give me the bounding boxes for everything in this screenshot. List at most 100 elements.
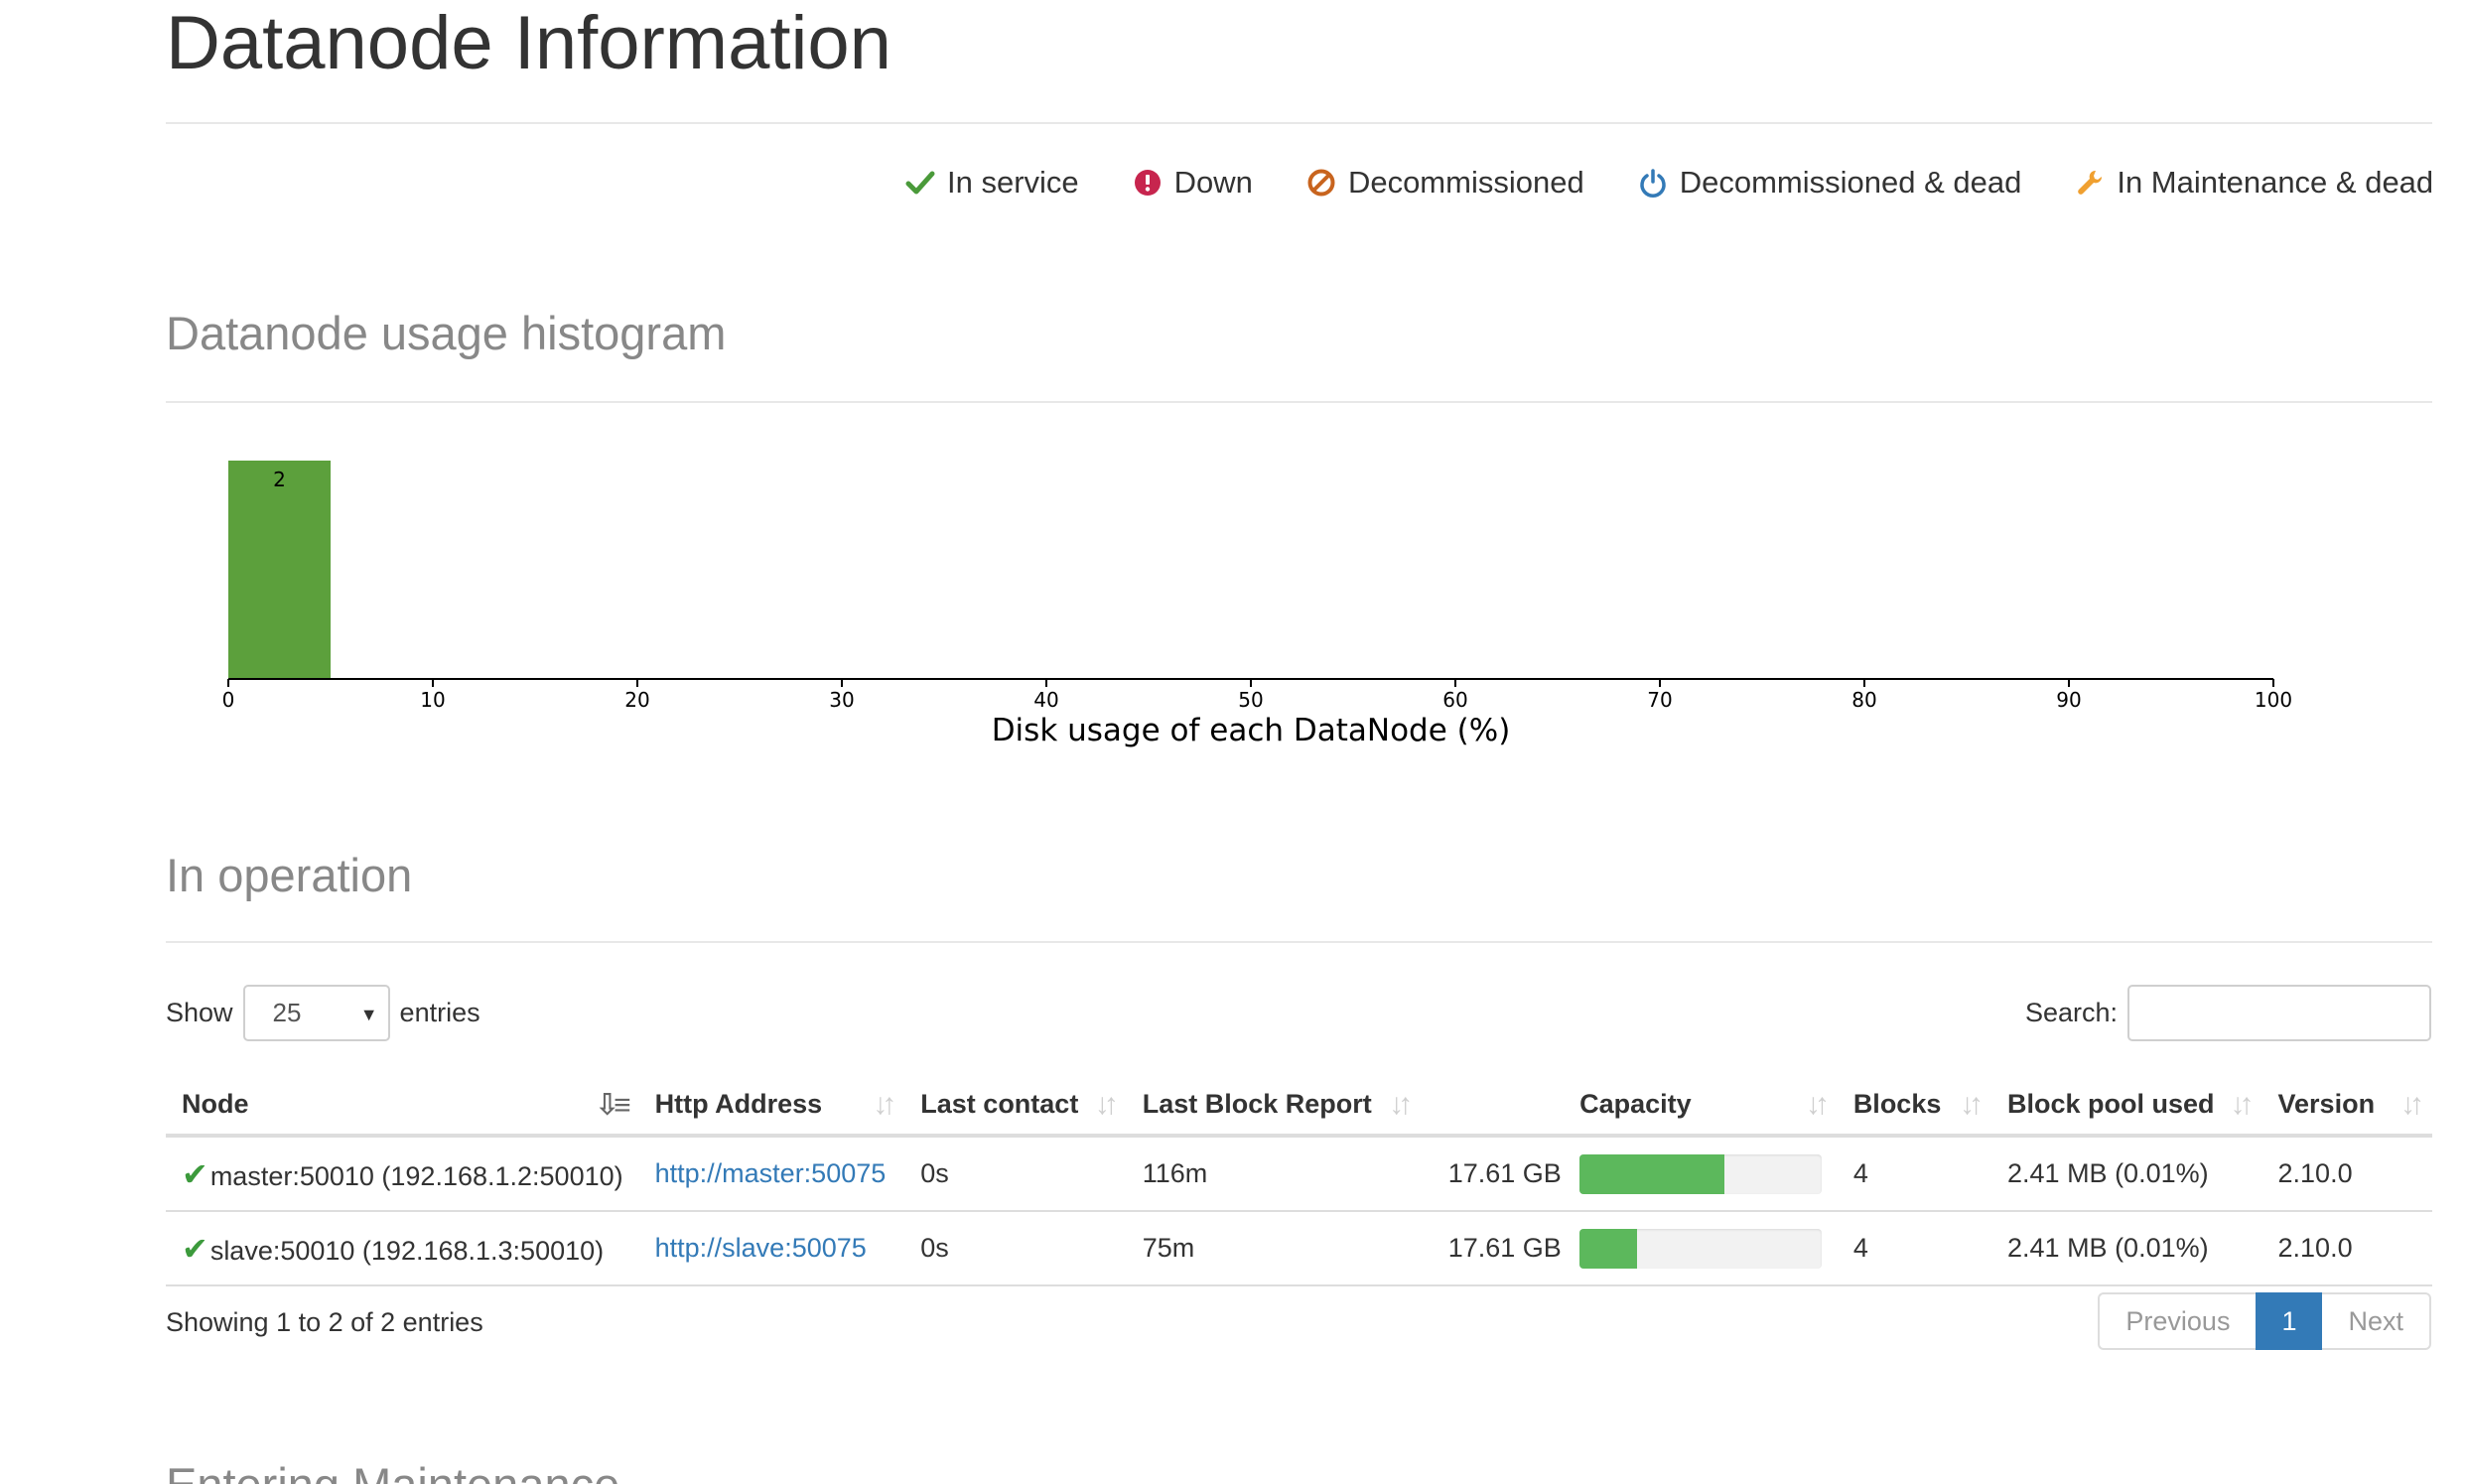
page-title: Datanode Information <box>166 1 891 85</box>
search-control: Search: <box>2025 985 2431 1041</box>
x-tick-label-7: 70 <box>1647 688 1672 712</box>
column-header-blocks[interactable]: Blocks ↓↑ <box>1837 1074 1992 1138</box>
check-icon: ✔ <box>182 1155 208 1192</box>
power-icon <box>1636 166 1670 200</box>
version-cell: 2.10.0 <box>2261 1211 2432 1286</box>
caret-down-icon: ▼ <box>359 1005 378 1024</box>
last-block-report-cell: 75m <box>1126 1211 1422 1286</box>
sort-icon: ↓↑ <box>2400 1088 2424 1121</box>
entries-label: entries <box>399 998 480 1027</box>
sort-icon: ↓↑ <box>1389 1088 1413 1121</box>
column-header-capacity[interactable]: Capacity ↓↑ <box>1421 1074 1838 1138</box>
column-label: Last contact <box>920 1088 1079 1119</box>
x-tick-label-10: 100 <box>2255 688 2292 712</box>
capacity-progress-fill <box>1578 1153 1725 1194</box>
column-header-block-pool-used[interactable]: Block pool used ↓↑ <box>1991 1074 2262 1138</box>
http-cell: http://slave:50075 <box>638 1211 905 1286</box>
capacity-text: 17.61 GB <box>1447 1233 1562 1263</box>
capacity-progress-fill <box>1578 1228 1638 1269</box>
search-input[interactable] <box>2127 985 2431 1041</box>
node-cell: ✔master:50010 (192.168.1.2:50010) <box>166 1136 639 1212</box>
table-info: Showing 1 to 2 of 2 entries <box>166 1307 483 1337</box>
x-tick-label-0: 0 <box>222 688 235 712</box>
column-label: Node <box>182 1088 249 1119</box>
capacity-cell: 17.61 GB <box>1421 1211 1838 1286</box>
table-header-row: Node ⇩≡ Http Address ↓↑ Last contact ↓↑ Las… <box>166 1074 2432 1138</box>
usage-histogram: 2 0 10 20 30 40 50 60 70 80 90 100 Disk usage of e… <box>222 461 2292 748</box>
check-icon <box>903 166 937 200</box>
column-label: Last Block Report <box>1142 1088 1372 1119</box>
x-tick-label-1: 10 <box>420 688 445 712</box>
last-contact-cell: 0s <box>904 1136 1127 1212</box>
x-tick-label-3: 30 <box>829 688 854 712</box>
node-cell: ✔slave:50010 (192.168.1.3:50010) <box>166 1211 639 1286</box>
block-pool-used-cell: 2.41 MB (0.01%) <box>1991 1136 2262 1212</box>
operation-divider <box>166 941 2432 943</box>
x-tick-label-2: 20 <box>624 688 649 712</box>
histogram-heading: Datanode usage histogram <box>166 307 727 359</box>
last-block-report-cell: 116m <box>1126 1136 1422 1212</box>
wrench-icon <box>2073 166 2107 200</box>
legend-in-maintenance-dead: In Maintenance & dead <box>2073 165 2433 201</box>
http-cell: http://master:50075 <box>638 1136 905 1212</box>
entering-maintenance-heading: Entering Maintenance <box>166 1461 619 1484</box>
histogram-bar-label-0: 2 <box>273 468 286 491</box>
table-row: ✔slave:50010 (192.168.1.3:50010) http://… <box>166 1211 2432 1286</box>
exclamation-circle-icon <box>1131 166 1164 200</box>
column-label: Http Address <box>654 1088 823 1119</box>
sort-icon: ↓↑ <box>1960 1088 1984 1121</box>
x-tick-label-8: 80 <box>1851 688 1876 712</box>
sort-icon: ↓↑ <box>873 1088 896 1121</box>
table-row: ✔master:50010 (192.168.1.2:50010) http:/… <box>166 1136 2432 1212</box>
blocks-cell: 4 <box>1837 1211 1992 1286</box>
legend-down: Down <box>1131 165 1253 201</box>
title-divider <box>166 122 2432 124</box>
status-legend: In service Down Decommissioned Decommiss… <box>903 165 2433 201</box>
capacity-text: 17.61 GB <box>1447 1158 1562 1188</box>
datanode-page: Datanode Information In service Down Dec… <box>0 0 2465 1484</box>
x-tick-label-6: 60 <box>1442 688 1467 712</box>
column-header-http-address[interactable]: Http Address ↓↑ <box>638 1074 905 1138</box>
sort-icon: ↓↑ <box>2230 1088 2255 1121</box>
next-page-button[interactable]: Next <box>2322 1292 2431 1350</box>
histogram-bar-0 <box>228 461 331 679</box>
check-icon: ✔ <box>182 1230 208 1267</box>
x-axis-label: Disk usage of each DataNode (%) <box>992 713 1511 748</box>
entries-per-page-select[interactable]: 25 ▼ <box>242 985 390 1041</box>
pagination: Previous 1 Next <box>2098 1292 2431 1350</box>
x-tick-label-4: 40 <box>1033 688 1058 712</box>
column-header-version[interactable]: Version ↓↑ <box>2261 1074 2432 1138</box>
last-contact-cell: 0s <box>904 1211 1127 1286</box>
legend-in-service: In service <box>903 165 1079 201</box>
capacity-progress-bar <box>1578 1228 1822 1269</box>
node-name: master:50010 (192.168.1.2:50010) <box>209 1160 623 1191</box>
legend-label: Decommissioned <box>1347 165 1584 200</box>
column-header-last-block-report[interactable]: Last Block Report ↓↑ <box>1126 1074 1422 1138</box>
column-header-last-contact[interactable]: Last contact ↓↑ <box>904 1074 1127 1138</box>
histogram-divider <box>166 401 2432 403</box>
http-address-link[interactable]: http://slave:50075 <box>655 1233 867 1263</box>
legend-label: Down <box>1173 165 1253 200</box>
page-1-button[interactable]: 1 <box>2256 1292 2323 1350</box>
column-label: Version <box>2277 1088 2376 1119</box>
sort-icon: ↓↑ <box>1805 1088 1830 1121</box>
legend-decommissioned-dead: Decommissioned & dead <box>1636 165 2022 201</box>
capacity-cell: 17.61 GB <box>1421 1136 1838 1212</box>
block-pool-used-cell: 2.41 MB (0.01%) <box>1991 1211 2262 1286</box>
node-name: slave:50010 (192.168.1.3:50010) <box>209 1235 605 1266</box>
x-tick-label-5: 50 <box>1238 688 1263 712</box>
legend-decommissioned: Decommissioned <box>1304 165 1584 201</box>
previous-page-button[interactable]: Previous <box>2098 1292 2257 1350</box>
http-address-link[interactable]: http://master:50075 <box>655 1158 887 1188</box>
version-cell: 2.10.0 <box>2261 1136 2432 1212</box>
blocks-cell: 4 <box>1837 1136 1992 1212</box>
capacity-progress-bar <box>1578 1153 1822 1194</box>
sort-icon: ↓↑ <box>1094 1088 1119 1121</box>
column-label: Block pool used <box>2007 1088 2215 1119</box>
operation-heading: In operation <box>166 849 413 901</box>
column-label: Blocks <box>1852 1088 1942 1119</box>
legend-label: In service <box>947 165 1079 200</box>
ban-icon <box>1304 166 1338 200</box>
legend-label: Decommissioned & dead <box>1679 165 2022 200</box>
column-header-node[interactable]: Node ⇩≡ <box>166 1074 639 1138</box>
